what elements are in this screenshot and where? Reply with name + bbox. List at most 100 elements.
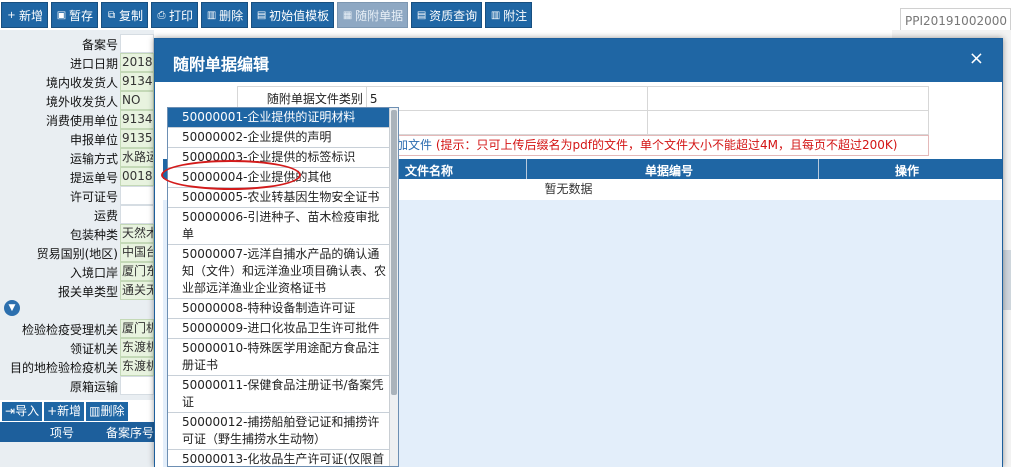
template-icon: ▤: [256, 9, 267, 21]
form-row: 进口日期20180: [0, 53, 154, 72]
form-row-value[interactable]: [120, 205, 154, 224]
form-row-label: 检验检疫受理机关: [21, 323, 118, 337]
form-row: 许可证号: [0, 186, 154, 205]
form-row: 备案号: [0, 34, 154, 53]
print-icon: ⎙: [157, 9, 166, 21]
form-row-label: 运费: [93, 209, 118, 223]
form-row: 报关单类型通关无: [0, 281, 154, 300]
scrollbar-thumb[interactable]: [391, 110, 397, 395]
form-row-value[interactable]: NO: [120, 91, 154, 110]
form-row-label: 领证机关: [69, 342, 118, 356]
save-draft-button-label: 暂存: [69, 8, 94, 23]
dropdown-option[interactable]: 50000008-特种设备制造许可证: [168, 299, 390, 319]
add-goods-button[interactable]: +新增: [44, 401, 85, 421]
import-button[interactable]: ⇥导入: [2, 401, 43, 421]
highlight-ellipse: [161, 160, 301, 190]
col-item-no: 项号: [50, 425, 75, 440]
note-button[interactable]: ▥ 附注: [485, 2, 533, 28]
upload-hint-text: (提示：只可上传后缀名为pdf的文件，单个文件大小不能超过4M，且每页不超过20…: [435, 138, 898, 152]
copy-button[interactable]: ⧉ 复制: [101, 2, 149, 28]
print-button[interactable]: ⎙ 打印: [151, 2, 199, 28]
file-row-input[interactable]: [365, 110, 649, 135]
form-row-label: 许可证号: [69, 190, 118, 204]
form-row: 原箱运输: [0, 376, 154, 395]
add-button[interactable]: + 新增: [1, 2, 49, 28]
form-row-value[interactable]: 91340: [120, 72, 154, 91]
copy-button-label: 复制: [119, 8, 144, 23]
goods-grid-header: 项号 备案序号: [0, 422, 154, 442]
form-row-value[interactable]: 20180: [120, 53, 154, 72]
dropdown-option[interactable]: 50000012-捕捞船舶登记证和捕捞许可证（野生捕捞水生动物）: [168, 413, 390, 450]
form-row-value[interactable]: 中国台: [120, 243, 154, 262]
form-row: 运费: [0, 205, 154, 224]
form-row-value[interactable]: 91340: [120, 110, 154, 129]
save-draft-button[interactable]: ▣ 暂存: [51, 2, 99, 28]
form-row-label: 申报单位: [69, 133, 118, 147]
form-row-label: 目的地检验检疫机关: [9, 361, 118, 375]
form-row-value[interactable]: 东渡机: [120, 338, 154, 357]
dropdown-scrollbar[interactable]: [389, 108, 398, 466]
file-type-extra: [647, 86, 929, 111]
dropdown-option[interactable]: 50000011-保健食品注册证书/备案凭证: [168, 376, 390, 413]
qualification-query-button[interactable]: ▤ 资质查询: [411, 2, 483, 28]
add-file-link[interactable]: 加文件: [396, 138, 432, 152]
dropdown-option[interactable]: 50000006-引进种子、苗木检疫审批单: [168, 208, 390, 245]
delete-button[interactable]: ▥ 删除: [201, 2, 249, 28]
upload-hint: 加文件 (提示：只可上传后缀名为pdf的文件，单个文件大小不能超过4M，且每页不…: [395, 135, 929, 156]
form-row-value[interactable]: 通关无: [120, 281, 154, 300]
attached-docs-button-label: 随附单据: [355, 8, 404, 23]
form-row: 目的地检验检疫机关东渡机: [0, 357, 154, 376]
form-row-label: 运输方式: [69, 152, 118, 166]
form-row-label: 入境口岸: [69, 266, 118, 280]
form-row-value[interactable]: 天然木: [120, 224, 154, 243]
form-row: 领证机关东渡机: [0, 338, 154, 357]
form-row-value[interactable]: 东渡机: [120, 357, 154, 376]
form-row-value[interactable]: [120, 34, 154, 53]
form-row-value[interactable]: [120, 376, 154, 395]
background-field-value: PPI20191002000: [900, 8, 1011, 32]
form-row-value[interactable]: 厦门机: [120, 319, 154, 338]
dropdown-option[interactable]: 50000005-农业转基因生物安全证书: [168, 188, 390, 208]
form-row-label: 提运单号: [69, 171, 118, 185]
dropdown-option[interactable]: 50000002-企业提供的声明: [168, 128, 390, 148]
dropdown-option[interactable]: 50000001-企业提供的证明材料: [168, 108, 390, 128]
plus-icon: +: [7, 9, 16, 21]
note-button-label: 附注: [503, 8, 528, 23]
expand-icon[interactable]: ▼: [4, 300, 20, 316]
col-file-name: 文件名称: [405, 164, 454, 178]
form-row-label: 备案号: [81, 38, 118, 52]
form-row: 入境口岸厦门东: [0, 262, 154, 281]
form-row-label: 境内收发货人: [45, 76, 118, 90]
form-row-label: 报关单类型: [57, 285, 118, 299]
form-row: 申报单位91350: [0, 129, 154, 148]
form-row-value[interactable]: 00180: [120, 167, 154, 186]
modal-header: 随附单据编辑 ×: [155, 39, 1002, 82]
qualification-query-button-label: 资质查询: [429, 8, 478, 23]
template-button[interactable]: ▤ 初始值模板: [251, 2, 335, 28]
file-type-input[interactable]: 5: [365, 86, 649, 111]
document-icon: ▦: [342, 9, 353, 21]
dropdown-option[interactable]: 50000010-特殊医学用途配方食品注册证书: [168, 339, 390, 376]
form-row-value[interactable]: 水路运: [120, 148, 154, 167]
form-row-value[interactable]: 91350: [120, 129, 154, 148]
form-row: 运输方式水路运: [0, 148, 154, 167]
col-actions: 操作: [895, 164, 920, 178]
file-row-extra: [647, 110, 929, 135]
dropdown-option[interactable]: 50000013-化妆品生产许可证(仅限首次出口时提供): [168, 450, 390, 466]
main-toolbar: + 新增 ▣ 暂存 ⧉ 复制 ⎙ 打印 ▥ 删除 ▤ 初始值模板 ▦ 随附单据 ▤ 资质查询 ▥…: [0, 0, 1011, 30]
dropdown-option[interactable]: 50000007-远洋自捕水产品的确认通知（文件）和远洋渔业项目确认表、农业部远…: [168, 245, 390, 299]
form-row-value[interactable]: 厦门东: [120, 262, 154, 281]
form-row: 检验检疫受理机关厦门机: [0, 319, 154, 338]
close-icon[interactable]: ×: [969, 50, 984, 68]
empty-text: 暂无数据: [544, 182, 593, 196]
search-doc-icon: ▤: [416, 9, 427, 21]
form-row-value[interactable]: [120, 186, 154, 205]
print-button-label: 打印: [169, 8, 194, 23]
copy-icon: ⧉: [107, 9, 116, 21]
form-row-label: 境外收发货人: [45, 95, 118, 109]
attached-docs-button[interactable]: ▦ 随附单据: [337, 2, 409, 28]
col-doc-number: 单据编号: [645, 164, 694, 178]
delete-goods-button[interactable]: ▥删除: [86, 401, 128, 421]
form-row-label: 贸易国别(地区): [36, 247, 118, 261]
dropdown-option[interactable]: 50000009-进口化妆品卫生许可批件: [168, 319, 390, 339]
